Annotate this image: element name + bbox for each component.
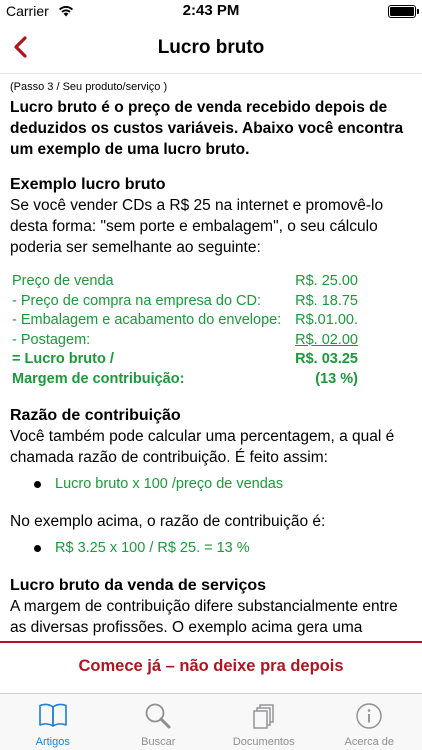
step-indicator: (Passo 3 / Seu produto/serviço ) xyxy=(10,81,168,93)
row-label: = Lucro bruto / xyxy=(12,351,114,367)
services-heading: Lucro bruto da venda de serviços xyxy=(10,577,267,594)
table-row: = Lucro bruto / R$. 03.25 xyxy=(12,350,358,370)
search-icon xyxy=(143,702,173,735)
banner-text: Comece já – não deixe pra depois xyxy=(78,657,344,675)
row-value: R$. 18.75 xyxy=(295,292,358,309)
ratio-heading: Razão de contribuição xyxy=(10,407,181,424)
example-ratio-paragraph: No exemplo acima, o razão de contribuiçã… xyxy=(10,513,326,530)
tab-bar: Artigos Buscar Documentos Acerca de xyxy=(0,693,422,750)
row-label: Margem de contribuição: xyxy=(12,370,185,387)
example-heading: Exemplo lucro bruto xyxy=(10,176,166,193)
row-label: - Embalagem e acabamento do envelope: xyxy=(12,312,282,328)
list-item: Lucro bruto x 100 /preço de vendas xyxy=(34,474,414,495)
example-table: Preço de venda R$. 25.00 - Preço de comp… xyxy=(12,272,414,389)
row-value: R$. 02.00 xyxy=(295,331,358,348)
row-value: R$. 03.25 xyxy=(295,351,358,367)
row-label: - Preço de compra na empresa do CD: xyxy=(12,292,262,309)
tab-acerca-de[interactable]: Acerca de xyxy=(317,694,422,750)
documents-icon xyxy=(249,702,279,737)
example-paragraph: Se você vender CDs a R$ 25 na internet e… xyxy=(10,197,384,256)
tab-label: Documentos xyxy=(232,736,295,748)
navigation-bar: Lucro bruto xyxy=(0,22,422,74)
table-row: - Embalagem e acabamento do envelope: R$… xyxy=(12,311,358,331)
tab-label: Buscar xyxy=(141,736,176,748)
ratio-paragraph: Você também pode calcular uma percentage… xyxy=(10,428,395,466)
row-value: R$.01.00. xyxy=(295,312,358,328)
row-value: R$. 25.00 xyxy=(295,273,358,289)
article-content[interactable]: (Passo 3 / Seu produto/serviço ) Lucro b… xyxy=(10,80,414,640)
bullet-dot xyxy=(34,481,41,488)
table-row: - Preço de compra na empresa do CD: R$. … xyxy=(12,292,358,312)
page-title: Lucro bruto xyxy=(157,37,265,58)
tab-documentos[interactable]: Documentos xyxy=(211,694,317,750)
row-label: Preço de venda xyxy=(12,273,114,289)
table-row: Preço de venda R$. 25.00 xyxy=(12,272,358,292)
bullet-text: Lucro bruto x 100 /preço de vendas xyxy=(55,476,284,492)
row-value: (13 %) xyxy=(315,370,358,387)
row-label: - Postagem: xyxy=(12,331,91,348)
promo-banner[interactable]: Comece já – não deixe pra depois xyxy=(0,641,422,693)
status-time: 2:43 PM xyxy=(182,2,240,19)
tab-buscar[interactable]: Buscar xyxy=(106,694,212,750)
tab-label: Artigos xyxy=(35,736,70,748)
table-row: Margem de contribuição: (13 %) xyxy=(12,370,358,390)
table-row: - Postagem: R$. 02.00 xyxy=(12,331,358,351)
list-item: R$ 3.25 x 100 / R$ 25. = 13 % xyxy=(34,538,414,559)
bullet-text: R$ 3.25 x 100 / R$ 25. = 13 % xyxy=(55,540,250,556)
status-bar: Carrier 2:43 PM xyxy=(0,0,422,22)
tab-artigos[interactable]: Artigos xyxy=(0,694,106,750)
intro-paragraph: Lucro bruto é o preço de venda recebido … xyxy=(10,99,404,158)
tab-label: Acerca de xyxy=(344,736,395,748)
battery-icon xyxy=(388,5,419,18)
info-icon xyxy=(354,702,384,737)
book-icon xyxy=(38,702,68,733)
services-paragraph: A margem de contribuição difere substanc… xyxy=(10,598,398,636)
bullet-dot xyxy=(34,545,41,552)
